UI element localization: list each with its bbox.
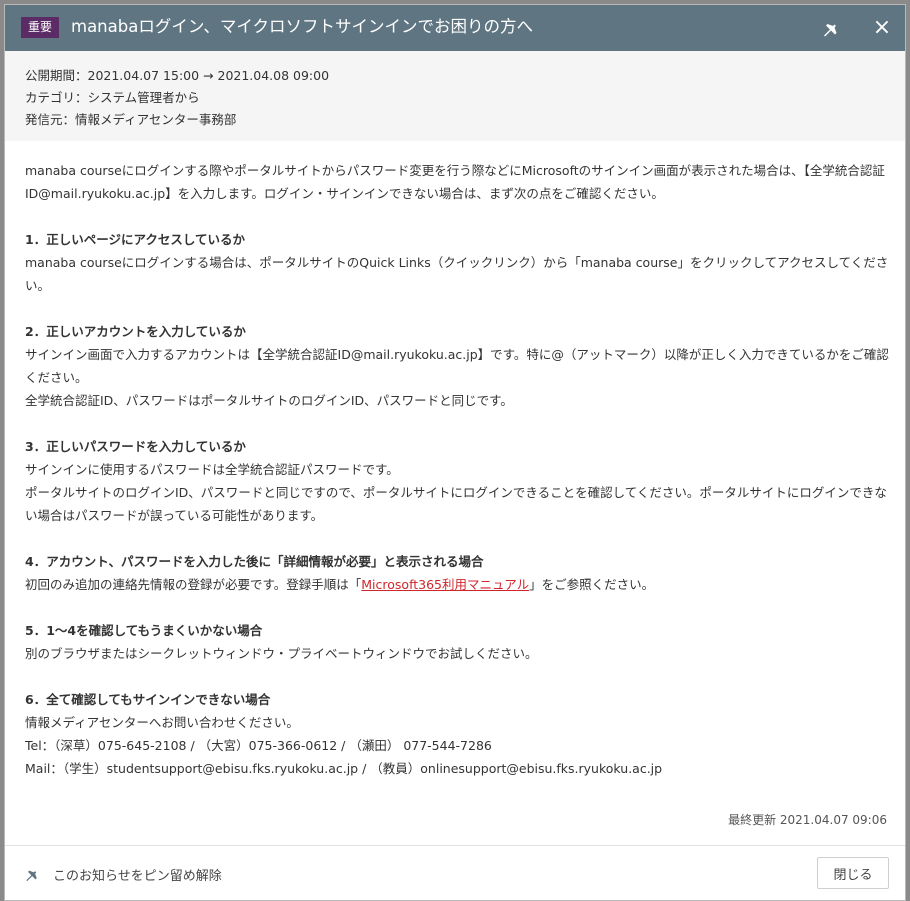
section-5-title: 5．1～4を確認してもうまくいかない場合 [25,623,263,638]
manual-link[interactable]: Microsoft365利用マニュアル [361,577,529,592]
announcement-meta: 公開期間：2021.04.07 15:00 → 2021.04.08 09:00… [5,51,905,141]
section-2-text-2: 全学統合認証ID、パスワードはポータルサイトのログインID、パスワードと同じです… [25,393,513,408]
publish-period: 公開期間：2021.04.07 15:00 → 2021.04.08 09:00 [25,68,330,83]
section-3-text-1: サインインに使用するパスワードは全学統合認証パスワードです。 [25,462,399,477]
unpin-button[interactable]: このお知らせをピン留め解除 [23,863,222,885]
unpin-label: このお知らせをピン留め解除 [53,868,222,884]
section-2: 2．正しいアカウントを入力しているか サインイン画面で入力するアカウントは【全学… [25,320,889,412]
announcement-dialog: 重要 manabaログイン、マイクロソフトサインインでお困りの方へ × 公開期間… [4,4,906,901]
last-updated: 最終更新 2021.04.07 09:06 [728,813,887,827]
section-4-text-pre: 初回のみ追加の連絡先情報の登録が必要です。登録手順は「 [25,577,362,592]
section-6: 6．全て確認してもサインインできない場合 情報メディアセンターへお問い合わせくだ… [25,688,889,780]
section-2-text-1: サインイン画面で入力するアカウントは【全学統合認証ID@mail.ryukoku… [25,347,889,385]
category: カテゴリ：システム管理者から [25,90,200,105]
sender: 発信元：情報メディアセンター事務部 [25,112,237,127]
section-3-text-2: ポータルサイトのログインID、パスワードと同じですので、ポータルサイトにログイン… [25,485,887,523]
contact-tel: Tel：（深草）075-645-2108 / （大宮）075-366-0612 … [25,738,492,753]
section-4-text-post: 」をご参照ください。 [529,577,655,592]
intro-text: manaba courseにログインする際やポータルサイトからパスワード変更を行… [25,163,885,201]
section-1-title: 1．正しいページにアクセスしているか [25,232,245,247]
importance-badge: 重要 [21,17,60,38]
section-5-text: 別のブラウザまたはシークレットウィンドウ・プライベートウィンドウでお試しください… [25,646,538,661]
section-4-title: 4．アカウント、パスワードを入力した後に「詳細情報が必要」と表示される場合 [25,554,484,569]
section-4-text: 初回のみ追加の連絡先情報の登録が必要です。登録手順は「Microsoft365利… [25,573,889,596]
dialog-title: manabaログイン、マイクロソフトサインインでお困りの方へ [71,17,534,36]
section-1-text: manaba courseにログインする場合は、ポータルサイトのQuick Li… [25,255,889,293]
section-3-title: 3．正しいパスワードを入力しているか [25,439,246,454]
close-icon[interactable]: × [871,17,893,39]
pin-button[interactable] [820,16,844,40]
section-2-title: 2．正しいアカウントを入力しているか [25,324,246,339]
section-6-title: 6．全て確認してもサインインできない場合 [25,692,271,707]
close-button[interactable]: 閉じる [817,857,889,889]
section-4: 4．アカウント、パスワードを入力した後に「詳細情報が必要」と表示される場合 初回… [25,550,889,596]
pin-icon [26,866,37,882]
announcement-body: manaba courseにログインする際やポータルサイトからパスワード変更を行… [5,141,905,780]
section-6-text: 情報メディアセンターへお問い合わせください。 [25,715,299,730]
section-1: 1．正しいページにアクセスしているか manaba courseにログインする場… [25,228,889,297]
pin-icon [824,19,837,37]
section-3: 3．正しいパスワードを入力しているか サインインに使用するパスワードは全学統合認… [25,435,889,527]
contact-mail: Mail：（学生）studentsupport@ebisu.fks.ryukok… [25,761,663,776]
dialog-header: 重要 manabaログイン、マイクロソフトサインインでお困りの方へ × [5,5,905,51]
dialog-footer: このお知らせをピン留め解除 閉じる [5,845,905,900]
section-5: 5．1～4を確認してもうまくいかない場合 別のブラウザまたはシークレットウィンド… [25,619,889,665]
